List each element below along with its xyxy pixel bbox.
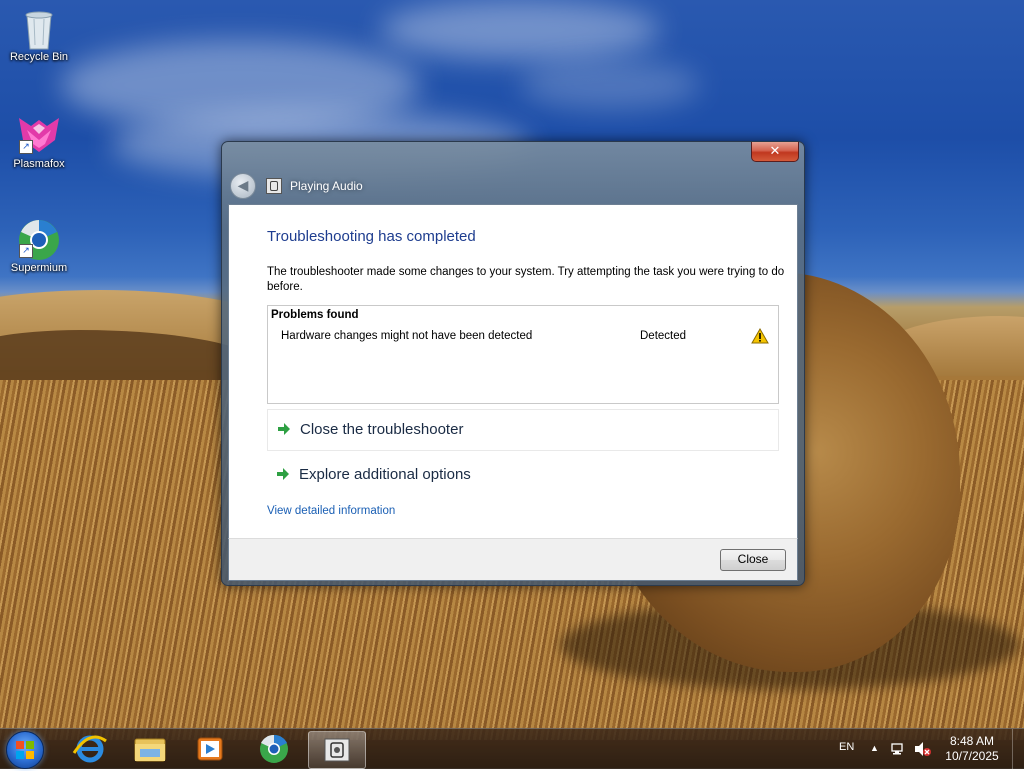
desktop-icon-supermium[interactable]: ↗ Supermium [1,218,77,274]
clock-date: 10/7/2025 [945,749,999,763]
page-title: Troubleshooting has completed [267,228,476,245]
problem-name: Hardware changes might not have been det… [281,330,533,342]
network-icon[interactable] [890,741,906,760]
start-button[interactable] [6,731,44,769]
supermium-icon: ↗ [19,218,59,260]
supermium-icon [260,734,288,763]
shortcut-arrow-icon: ↗ [19,244,33,258]
option-label: Close the troubleshooter [300,421,464,438]
ie-icon [72,735,107,763]
show-desktop-button[interactable] [1012,729,1024,769]
troubleshooter-window: ✕ ◀ Playing Audio Troubleshooting has co… [221,141,805,586]
dialog-footer: Close [228,538,798,581]
problems-found-header: Problems found [271,309,359,321]
description-text: The troubleshooter made some changes to … [267,266,785,293]
media-player-icon [197,737,223,761]
troubleshooter-icon [324,738,350,762]
option-label: Explore additional options [299,466,471,483]
language-indicator[interactable]: EN [839,741,854,753]
explore-options-option[interactable]: Explore additional options [267,455,777,495]
plasmafox-icon: ↗ [19,114,59,154]
taskbar-troubleshooter-button[interactable] [308,731,366,769]
problems-found-list: Problems found Hardware changes might no… [267,305,779,404]
green-arrow-icon [277,422,291,436]
volume-muted-icon[interactable] [914,741,932,760]
green-arrow-icon [276,467,290,481]
taskbar-media-player-button[interactable] [182,731,238,767]
explorer-icon [134,738,166,762]
window-title: Playing Audio [290,179,363,193]
taskbar: EN ▲ 8:48 AM 10/7/2025 [0,728,1024,769]
show-hidden-icons-icon[interactable]: ▲ [870,743,879,753]
warning-icon [751,327,769,344]
problem-status: Detected [640,330,687,342]
taskbar-supermium-button[interactable] [246,731,302,767]
desktop-icon-recycle-bin[interactable]: Recycle Bin [1,7,77,63]
close-troubleshooter-option[interactable]: Close the troubleshooter [267,409,779,451]
title-bar: ◀ Playing Audio [230,173,363,199]
problem-row[interactable]: Hardware changes might not have been det… [281,327,771,346]
shortcut-arrow-icon: ↗ [19,140,33,154]
back-button[interactable]: ◀ [230,173,256,199]
content-pane: Troubleshooting has completed The troubl… [228,204,798,539]
recycle-bin-icon [19,7,59,50]
view-detailed-information-link[interactable]: View detailed information [267,505,395,517]
system-clock[interactable]: 8:48 AM 10/7/2025 [936,734,1008,764]
taskbar-ie-button[interactable] [62,731,118,767]
desktop-icon-plasmafox[interactable]: ↗ Plasmafox [1,114,77,170]
clock-time: 8:48 AM [949,734,995,748]
taskbar-explorer-button[interactable] [122,731,178,767]
desktop-icon-label: Plasmafox [13,158,65,170]
desktop-icon-label: Recycle Bin [9,51,69,63]
troubleshooter-icon [266,178,282,194]
window-close-button[interactable]: ✕ [751,142,799,162]
close-button[interactable]: Close [720,549,786,571]
desktop-icon-label: Supermium [10,262,68,274]
